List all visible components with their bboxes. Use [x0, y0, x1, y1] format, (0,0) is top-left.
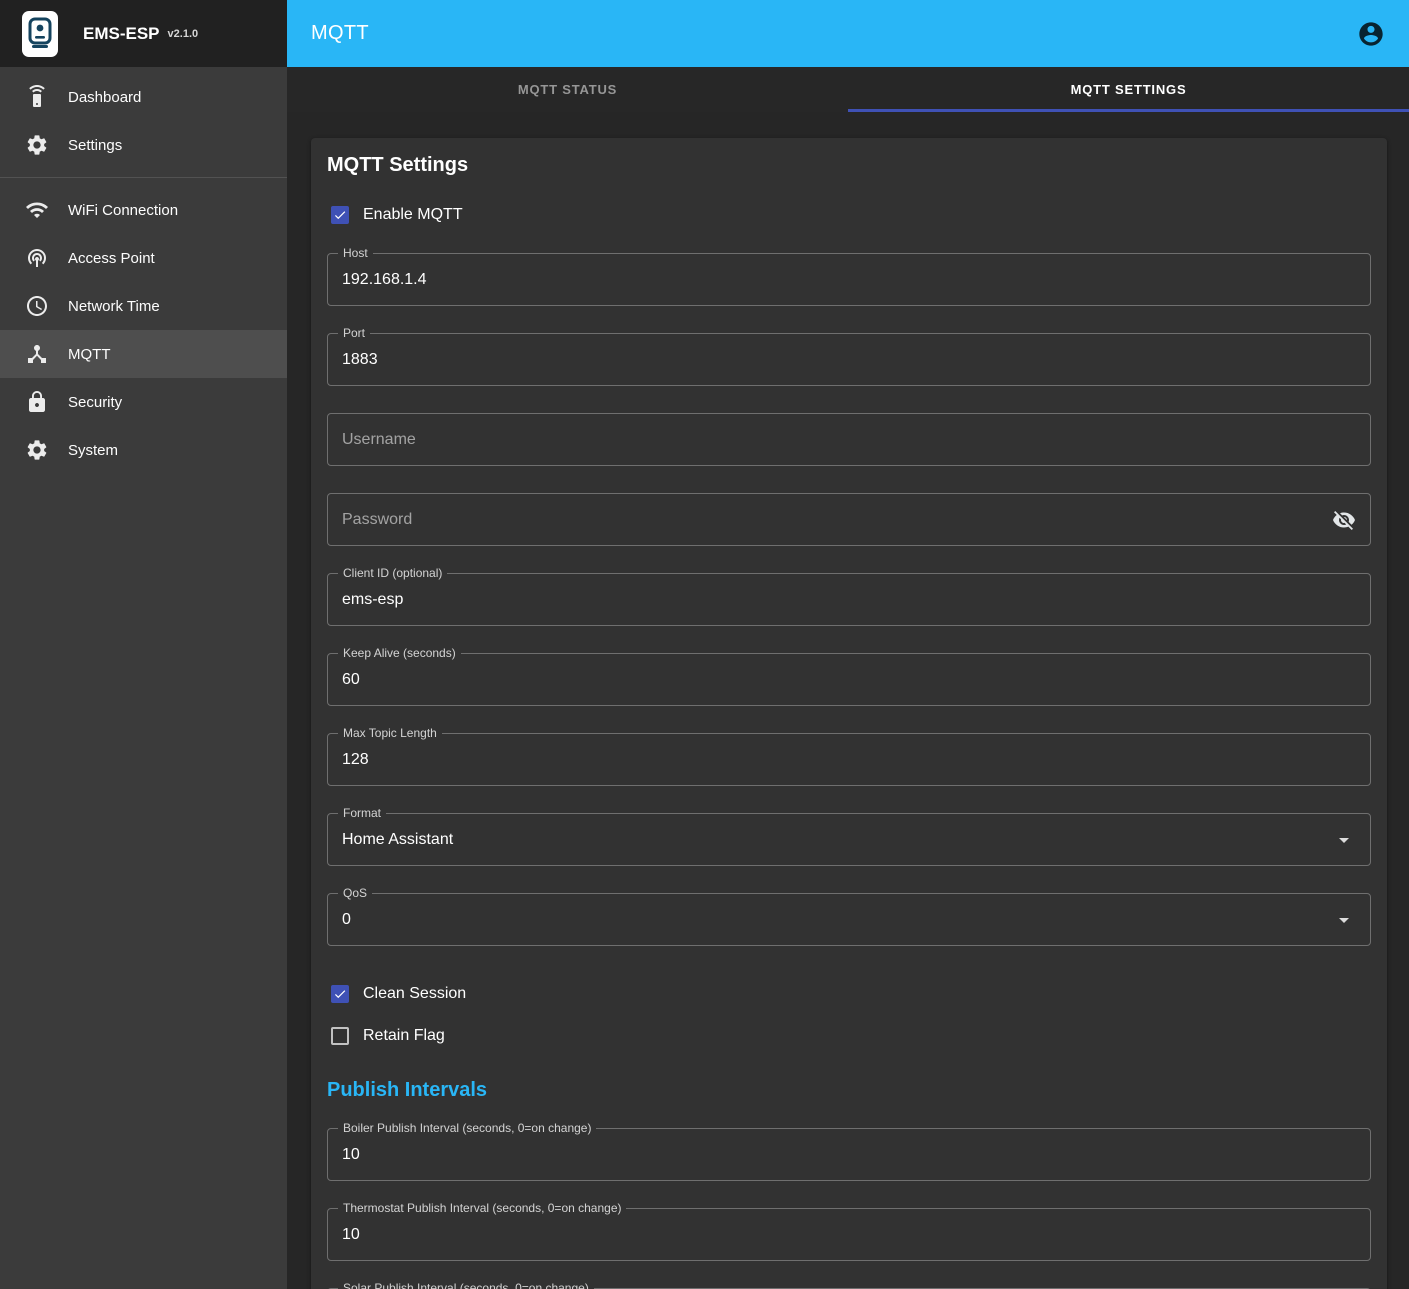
- tab-bar: MQTT STATUS MQTT SETTINGS: [287, 67, 1409, 112]
- sidebar-item-label: Settings: [68, 137, 122, 154]
- field-label: Host: [338, 246, 373, 260]
- sidebar-item-label: System: [68, 442, 118, 459]
- account-circle-icon[interactable]: [1357, 20, 1385, 48]
- tab-mqtt-status[interactable]: MQTT STATUS: [287, 67, 848, 112]
- field-label: Max Topic Length: [338, 726, 442, 740]
- field-value: Home Assistant: [342, 831, 453, 849]
- enable-mqtt-checkbox[interactable]: Enable MQTT: [327, 193, 1371, 237]
- app-version: v2.1.0: [168, 28, 199, 40]
- field-placeholder: Password: [342, 511, 412, 529]
- content-area: MQTT Settings Enable MQTT Host 192.168.1…: [287, 112, 1409, 1289]
- gear-icon: [25, 438, 49, 462]
- field-label: Keep Alive (seconds): [338, 646, 461, 660]
- qos-select[interactable]: QoS 0: [327, 893, 1371, 946]
- wifi-icon: [25, 198, 49, 222]
- lock-icon: [25, 390, 49, 414]
- field-label: Boiler Publish Interval (seconds, 0=on c…: [338, 1121, 596, 1135]
- ems-esp-logo-icon: [22, 11, 58, 57]
- field-value: 1883: [342, 351, 378, 369]
- publish-intervals-title: Publish Intervals: [327, 1079, 1371, 1103]
- sidebar-item-label: Network Time: [68, 298, 160, 315]
- retain-flag-checkbox[interactable]: Retain Flag: [327, 1015, 1371, 1057]
- app-root: EMS-ESP v2.1.0 Dashboard Settings: [0, 0, 1409, 1289]
- sidebar-item-wifi-connection[interactable]: WiFi Connection: [0, 186, 287, 234]
- sidebar-item-label: Dashboard: [68, 89, 141, 106]
- main-area: MQTT MQTT STATUS MQTT SETTINGS MQTT Sett…: [287, 0, 1409, 1289]
- sidebar-nav: Dashboard Settings WiFi Connection Acc: [0, 67, 287, 474]
- sidebar-item-label: WiFi Connection: [68, 202, 178, 219]
- field-value: 192.168.1.4: [342, 271, 427, 289]
- remote-device-icon: [25, 85, 49, 109]
- field-label: Thermostat Publish Interval (seconds, 0=…: [338, 1201, 626, 1215]
- format-select[interactable]: Format Home Assistant: [327, 813, 1371, 866]
- app-title: EMS-ESP: [83, 24, 160, 44]
- checkbox-checked-icon: [331, 206, 349, 224]
- username-field[interactable]: Username: [327, 413, 1371, 466]
- field-label: Solar Publish Interval (seconds, 0=on ch…: [338, 1281, 594, 1289]
- checkbox-label: Clean Session: [363, 985, 466, 1003]
- field-value: 128: [342, 751, 369, 769]
- checkbox-label: Retain Flag: [363, 1027, 445, 1045]
- checkbox-checked-icon: [331, 985, 349, 1003]
- sidebar-item-label: MQTT: [68, 346, 111, 363]
- port-field[interactable]: Port 1883: [327, 333, 1371, 386]
- sidebar-item-network-time[interactable]: Network Time: [0, 282, 287, 330]
- field-label: Format: [338, 806, 386, 820]
- field-label: QoS: [338, 886, 372, 900]
- sidebar-item-security[interactable]: Security: [0, 378, 287, 426]
- mqtt-settings-card: MQTT Settings Enable MQTT Host 192.168.1…: [311, 138, 1387, 1289]
- appbar: MQTT: [287, 0, 1409, 67]
- thermostat-publish-interval-field[interactable]: Thermostat Publish Interval (seconds, 0=…: [327, 1208, 1371, 1261]
- sidebar-item-label: Security: [68, 394, 122, 411]
- max-topic-length-field[interactable]: Max Topic Length 128: [327, 733, 1371, 786]
- sidebar-divider: [0, 177, 287, 178]
- field-label: Port: [338, 326, 370, 340]
- clean-session-checkbox[interactable]: Clean Session: [327, 973, 1371, 1015]
- host-field[interactable]: Host 192.168.1.4: [327, 253, 1371, 306]
- clock-icon: [25, 294, 49, 318]
- field-value: 60: [342, 671, 360, 689]
- checkbox-label: Enable MQTT: [363, 206, 463, 224]
- chevron-down-icon: [1332, 828, 1356, 852]
- chevron-down-icon: [1332, 908, 1356, 932]
- wifi-tethering-icon: [25, 246, 49, 270]
- sidebar: EMS-ESP v2.1.0 Dashboard Settings: [0, 0, 287, 1289]
- client-id-field[interactable]: Client ID (optional) ems-esp: [327, 573, 1371, 626]
- password-field[interactable]: Password: [327, 493, 1371, 546]
- field-value: 10: [342, 1146, 360, 1164]
- sidebar-item-access-point[interactable]: Access Point: [0, 234, 287, 282]
- form-title: MQTT Settings: [327, 138, 1371, 177]
- visibility-off-icon[interactable]: [1332, 508, 1356, 532]
- device-hub-icon: [25, 342, 49, 366]
- sidebar-item-dashboard[interactable]: Dashboard: [0, 73, 287, 121]
- sidebar-item-system[interactable]: System: [0, 426, 287, 474]
- sidebar-header: EMS-ESP v2.1.0: [0, 0, 287, 67]
- boiler-publish-interval-field[interactable]: Boiler Publish Interval (seconds, 0=on c…: [327, 1128, 1371, 1181]
- tab-mqtt-settings[interactable]: MQTT SETTINGS: [848, 67, 1409, 112]
- keep-alive-field[interactable]: Keep Alive (seconds) 60: [327, 653, 1371, 706]
- page-title: MQTT: [311, 22, 369, 45]
- checkbox-unchecked-icon: [331, 1027, 349, 1045]
- sidebar-item-settings[interactable]: Settings: [0, 121, 287, 169]
- field-label: Client ID (optional): [338, 566, 447, 580]
- gear-icon: [25, 133, 49, 157]
- sidebar-item-label: Access Point: [68, 250, 155, 267]
- sidebar-item-mqtt[interactable]: MQTT: [0, 330, 287, 378]
- field-value: ems-esp: [342, 591, 403, 609]
- field-value: 10: [342, 1226, 360, 1244]
- field-placeholder: Username: [342, 431, 416, 449]
- field-value: 0: [342, 911, 351, 929]
- active-tab-indicator: [848, 109, 1409, 112]
